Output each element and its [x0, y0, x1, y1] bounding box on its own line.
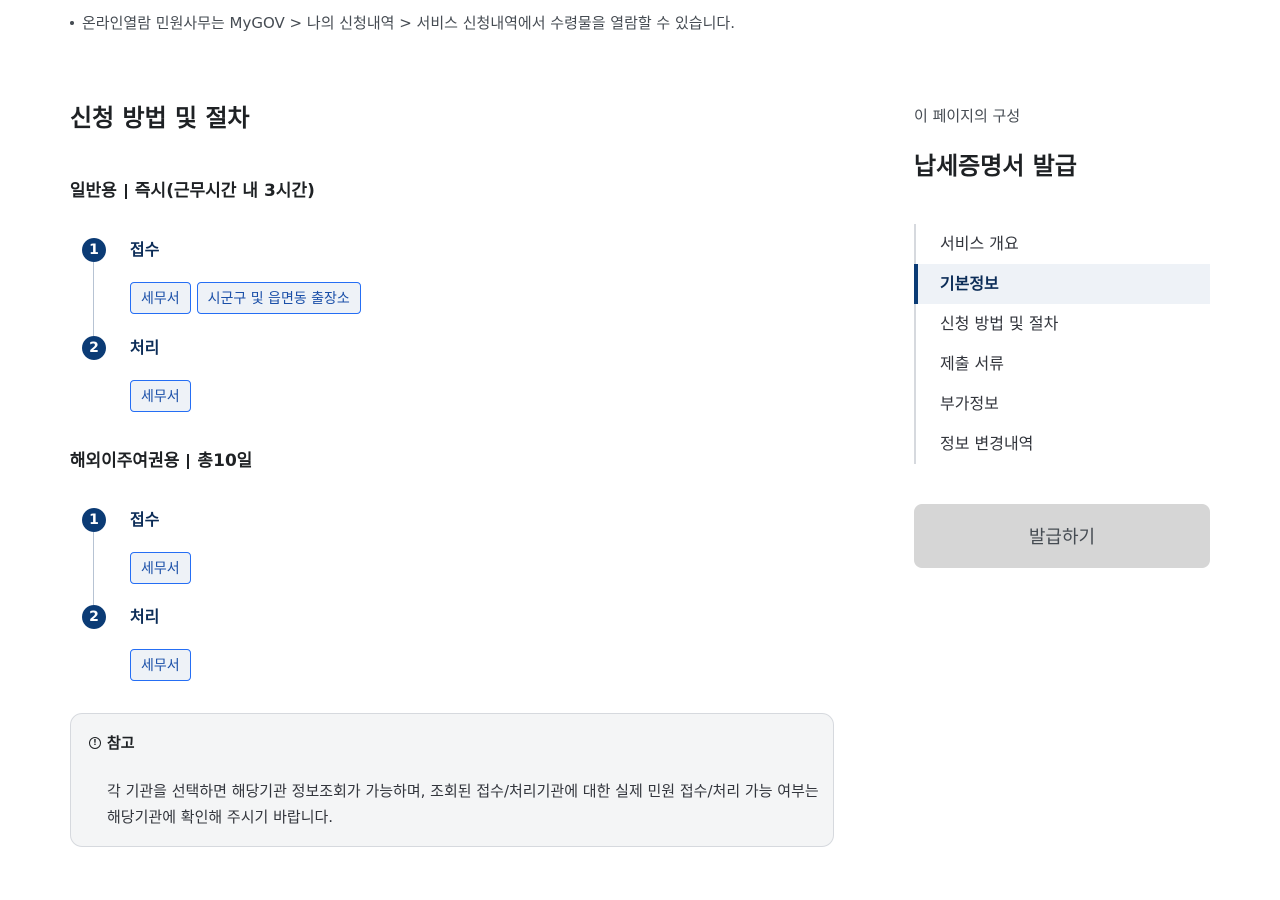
toc-item-required-documents[interactable]: 제출 서류 [916, 344, 1210, 384]
agency-chips: 세무서 [130, 552, 834, 584]
toc-item-application-procedure[interactable]: 신청 방법 및 절차 [916, 304, 1210, 344]
step-label: 처리 [130, 338, 160, 357]
step-processing: 2 처리 세무서 [70, 605, 834, 681]
top-note-text: 온라인열람 민원사무는 MyGOV > 나의 신청내역 > 서비스 신청내역에서… [82, 14, 735, 32]
toc-item-basic-info[interactable]: 기본정보 [914, 264, 1210, 304]
section-title: 신청 방법 및 절차 [70, 104, 250, 132]
step-number: 2 [82, 336, 106, 360]
page-toc-sidebar: 이 페이지의 구성 납세증명서 발급 서비스 개요 기본정보 신청 방법 및 절… [914, 100, 1210, 568]
reference-box: ! 참고 각 기관을 선택하면 해당기관 정보조회가 가능하며, 조회된 접수/… [70, 713, 834, 847]
toc-page-title: 납세증명서 발급 [914, 152, 1077, 180]
step-connector [93, 262, 94, 336]
title-separator [124, 183, 127, 199]
procedure-group-emigration: 해외이주여권용 총10일 1 접수 세무서 2 처리 세무서 [70, 448, 834, 681]
agency-chip-tax-office[interactable]: 세무서 [130, 649, 191, 681]
agency-chip-tax-office[interactable]: 세무서 [130, 552, 191, 584]
step-processing: 2 처리 세무서 [70, 336, 834, 412]
step-list: 1 접수 세무서 2 처리 세무서 [70, 508, 834, 681]
group-name: 해외이주여권용 [70, 451, 180, 471]
step-label: 접수 [130, 510, 160, 529]
info-icon: ! [89, 736, 101, 749]
agency-chip-tax-office[interactable]: 세무서 [130, 380, 191, 412]
bullet-dot [70, 20, 74, 25]
step-label: 처리 [130, 607, 160, 626]
group-duration: 총10일 [197, 451, 253, 471]
step-number: 1 [82, 238, 106, 262]
group-duration: 즉시(근무시간 내 3시간) [134, 181, 315, 201]
reference-header: ! 참고 [89, 732, 135, 753]
step-connector [93, 532, 94, 605]
group-name: 일반용 [70, 181, 117, 201]
agency-chips: 세무서 [130, 649, 834, 681]
toc-kicker: 이 페이지의 구성 [914, 107, 1021, 125]
main-content: 신청 방법 및 절차 일반용 즉시(근무시간 내 3시간) 1 접수 세무서 시… [70, 100, 834, 681]
title-separator [187, 453, 190, 469]
step-list: 1 접수 세무서 시군구 및 읍면동 출장소 2 처리 세무서 [70, 238, 834, 412]
reference-title: 참고 [107, 734, 135, 752]
toc-list: 서비스 개요 기본정보 신청 방법 및 절차 제출 서류 부가정보 정보 변경내… [914, 224, 1210, 464]
toc-item-change-history[interactable]: 정보 변경내역 [916, 424, 1210, 464]
agency-chip-district-office[interactable]: 시군구 및 읍면동 출장소 [196, 282, 361, 314]
procedure-group-general: 일반용 즉시(근무시간 내 3시간) 1 접수 세무서 시군구 및 읍면동 출장… [70, 178, 834, 412]
toc-item-service-overview[interactable]: 서비스 개요 [916, 224, 1210, 264]
issue-button[interactable]: 발급하기 [914, 504, 1210, 568]
step-receipt: 1 접수 세무서 [70, 508, 834, 605]
toc-item-additional-info[interactable]: 부가정보 [916, 384, 1210, 424]
agency-chips: 세무서 시군구 및 읍면동 출장소 [130, 282, 834, 314]
reference-body: 각 기관을 선택하면 해당기관 정보조회가 가능하며, 조회된 접수/처리기관에… [107, 782, 819, 826]
step-number: 2 [82, 605, 106, 629]
top-note: 온라인열람 민원사무는 MyGOV > 나의 신청내역 > 서비스 신청내역에서… [70, 12, 735, 33]
step-label: 접수 [130, 240, 160, 259]
agency-chips: 세무서 [130, 380, 834, 412]
agency-chip-tax-office[interactable]: 세무서 [130, 282, 191, 314]
step-number: 1 [82, 508, 106, 532]
group-title: 해외이주여권용 총10일 [70, 448, 834, 474]
group-title: 일반용 즉시(근무시간 내 3시간) [70, 178, 834, 204]
step-receipt: 1 접수 세무서 시군구 및 읍면동 출장소 [70, 238, 834, 336]
